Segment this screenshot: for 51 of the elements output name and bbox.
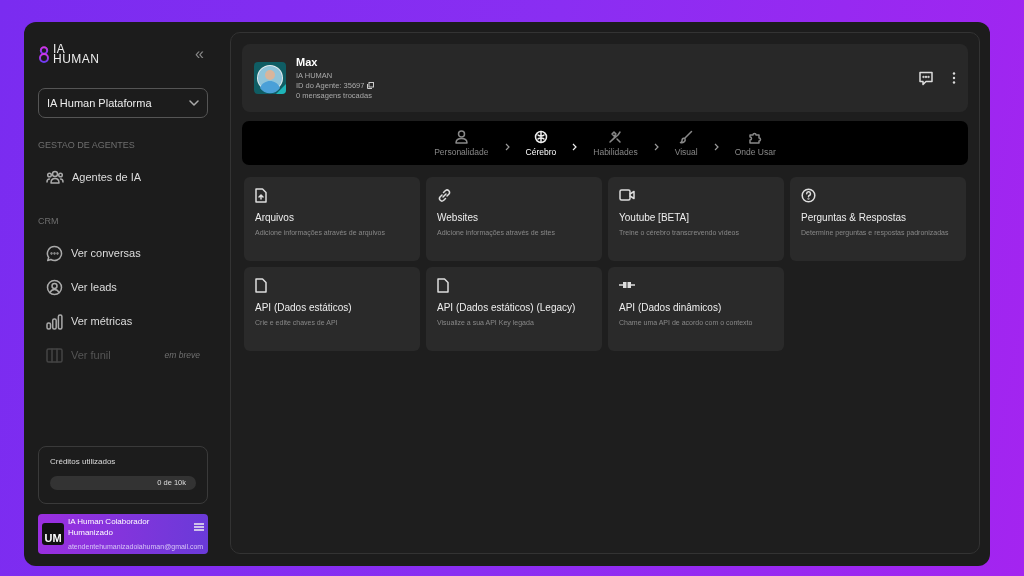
more-options-icon[interactable] (952, 72, 956, 84)
chevron-down-icon (189, 100, 199, 106)
nav-item[interactable]: Ver métricas (38, 304, 208, 338)
card-title: Youtube [BETA] (619, 212, 691, 223)
brush-icon (679, 129, 694, 144)
credits-title: Créditos utilizados (50, 457, 117, 466)
step-tab[interactable]: Personalidade (430, 129, 493, 157)
video-camera-icon (619, 189, 635, 201)
card-title: Websites (437, 212, 479, 223)
card-title: API (Dados estáticos) (255, 302, 353, 313)
card-title: Perguntas & Respostas (801, 212, 908, 223)
nav-item[interactable]: Agentes de IA (38, 160, 208, 194)
user-circle-icon (46, 278, 63, 296)
chat-icon[interactable] (918, 70, 934, 86)
logo: IA HUMAN (38, 44, 100, 64)
columns-icon (46, 346, 63, 364)
section-label: GESTAO DE AGENTES (38, 140, 136, 150)
chevron-right-icon (504, 143, 510, 151)
step-tab[interactable]: Habilidades (589, 129, 642, 157)
section-label: CRM (38, 216, 60, 226)
person-icon (454, 129, 468, 144)
user-avatar: UM (42, 522, 64, 545)
question-circle-icon (801, 187, 816, 203)
brain-icon (533, 129, 548, 144)
tools-icon (608, 129, 623, 144)
copy-icon[interactable] (367, 82, 375, 89)
card-title: API (Dados dinâmicos) (619, 302, 723, 313)
file-icon (255, 277, 267, 293)
user-name: IA Human Colaborador Humanizado (68, 516, 151, 538)
menu-icon[interactable] (194, 523, 204, 531)
link-icon (437, 187, 452, 203)
coming-soon-label: em breve (164, 350, 200, 360)
plug-icon (619, 281, 635, 289)
bar-chart-icon (46, 312, 63, 330)
step-tab[interactable]: Onde Usar (730, 129, 780, 157)
workspace-dropdown[interactable]: IA Human Plataforma (38, 88, 208, 118)
collapse-button[interactable]: « (191, 46, 208, 62)
file-icon (437, 277, 449, 293)
chevron-right-icon (713, 143, 719, 151)
file-upload-icon (255, 187, 267, 203)
card-title: Arquivos (255, 212, 295, 223)
chevron-right-icon (653, 143, 659, 151)
nav-item[interactable]: Ver conversas (38, 236, 208, 270)
chat-bubble-icon (46, 244, 63, 262)
card-title: API (Dados estáticos) (Legacy) (437, 302, 577, 313)
chevron-right-icon (572, 143, 578, 151)
agent-name: Max (296, 56, 319, 68)
nav-item[interactable]: Ver leads (38, 270, 208, 304)
step-tab[interactable]: Visual (670, 129, 702, 157)
step-tab[interactable]: Cérebro (521, 129, 561, 157)
users-icon (46, 169, 64, 185)
